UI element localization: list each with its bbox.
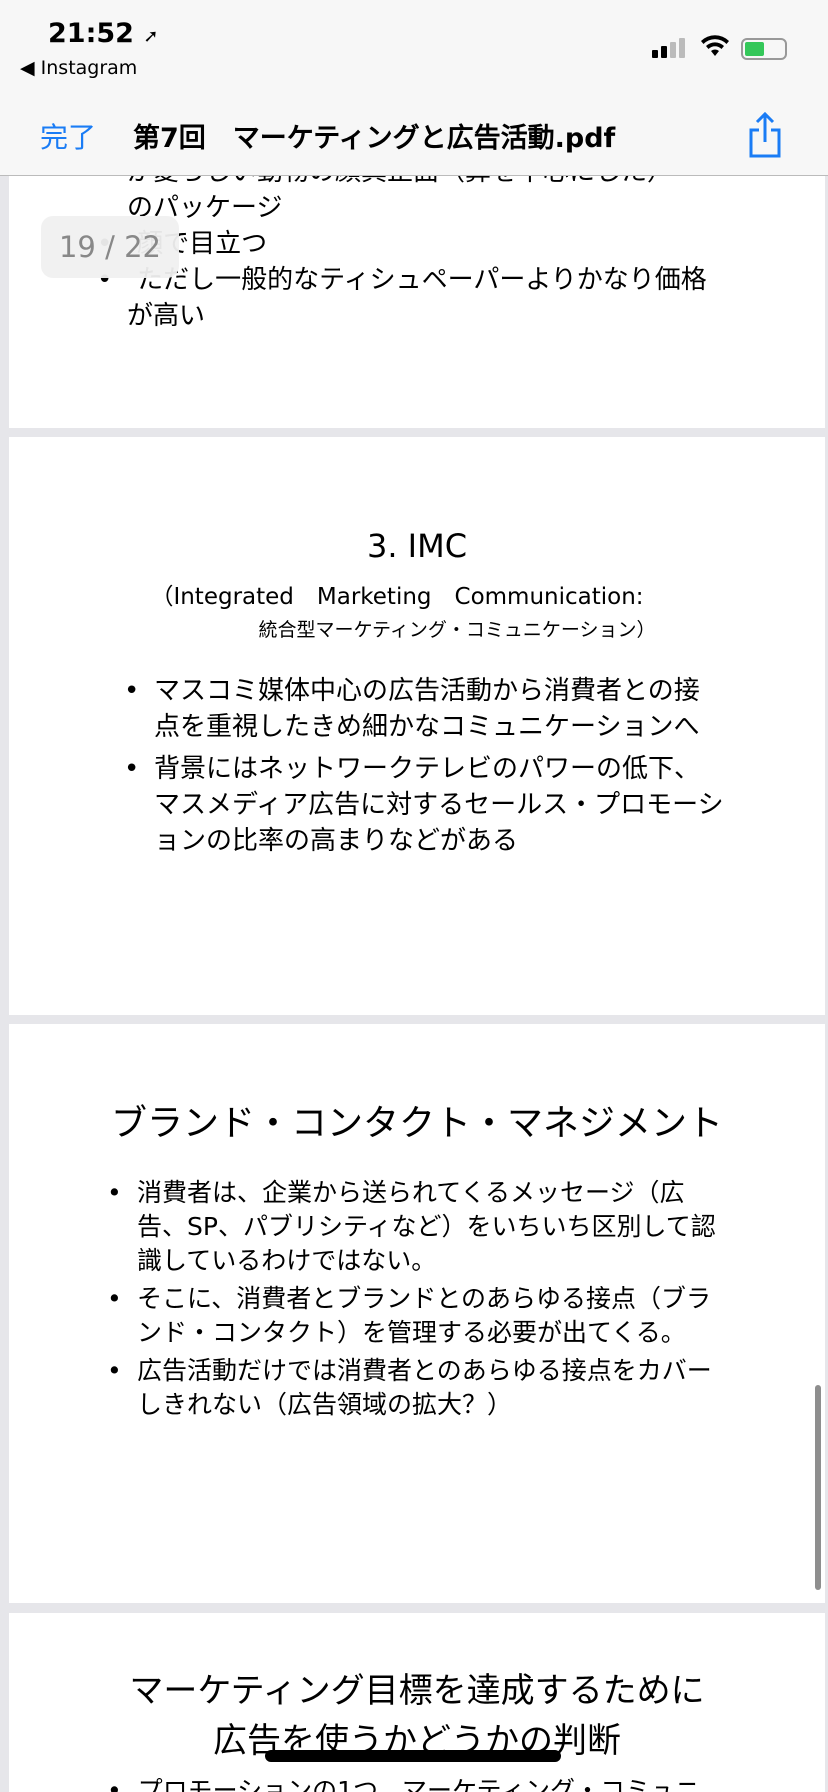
- bullet: • プロモーションの1つ、マーケティング・コミュニ: [107, 1771, 700, 1792]
- bullet: そこに、消費者とブランドとのあらゆる接点（ブランド・コンタクト）を管理する必要が…: [107, 1282, 727, 1350]
- bullet-list: 消費者は、企業から送られてくるメッセージ（広告、SP、パブリシティなど）をいちい…: [107, 1176, 727, 1422]
- page-text: が愛らしい動物の顔真正面（鼻を中心にした） のパッケージ • 顔で目立つ • た…: [97, 176, 707, 334]
- battery-icon: [741, 38, 787, 60]
- bullet-text: プロモーションの1つ、マーケティング・コミュニ: [137, 1776, 701, 1792]
- pdf-page-21: マーケティング目標を達成するために 広告を使うかどうかの判断 • プロモーション…: [9, 1613, 825, 1792]
- status-bar: 21:52 ➚ ◀ Instagram: [0, 0, 828, 100]
- location-arrow-icon: ➚: [143, 26, 159, 47]
- bullet-list: マスコミ媒体中心の広告活動から消費者との接点を重視したきめ細かなコミュニケーショ…: [124, 673, 724, 859]
- text-line: が愛らしい動物の顔真正面（鼻を中心にした）: [127, 176, 707, 190]
- pdf-page-19: 3. IMC （Integrated Marketing Communicati…: [9, 437, 825, 1015]
- back-app-label: Instagram: [40, 57, 138, 79]
- page-counter: 19 / 22: [41, 216, 179, 278]
- bullet: 広告活動だけでは消費者とのあらゆる接点をカバーしきれない（広告領域の拡大？）: [107, 1354, 727, 1422]
- pdf-page-20: ブランド・コンタクト・マネジメント 消費者は、企業から送られてくるメッセージ（広…: [9, 1024, 825, 1603]
- back-to-app-link[interactable]: ◀ Instagram: [20, 57, 137, 79]
- home-indicator[interactable]: [265, 1750, 561, 1762]
- text-line: ただし一般的なティシュペーパーよりかなり価格: [137, 265, 707, 295]
- text-line: のパッケージ: [127, 193, 283, 223]
- slide-subtitle: （Integrated Marketing Communication:: [150, 584, 644, 610]
- time-text: 21:52: [48, 18, 134, 49]
- slide-title: マーケティング目標を達成するために: [129, 1671, 705, 1711]
- scrollbar[interactable]: [815, 1385, 821, 1590]
- pdf-page-18: が愛らしい動物の顔真正面（鼻を中心にした） のパッケージ • 顔で目立つ • た…: [9, 176, 825, 428]
- wifi-icon: [700, 34, 730, 64]
- slide-title: ブランド・コンタクト・マネジメント: [110, 1103, 723, 1144]
- done-button[interactable]: 完了: [40, 116, 96, 156]
- signal-icon: [652, 38, 685, 58]
- document-title: 第7回 マーケティングと広告活動.pdf: [133, 123, 616, 154]
- slide-subtitle-2: 統合型マーケティング・コミュニケーション）: [258, 619, 656, 641]
- text-line: • 顔で目立つ: [97, 226, 707, 262]
- nav-bar: 完了 第7回 マーケティングと広告活動.pdf: [0, 100, 828, 176]
- clock: 21:52 ➚: [48, 18, 158, 49]
- share-icon[interactable]: [745, 110, 785, 160]
- text-line: が高い: [127, 301, 206, 331]
- bullet: 背景にはネットワークテレビのパワーの低下、マスメディア広告に対するセールス・プロ…: [124, 751, 724, 859]
- slide-title: 3. IMC: [366, 527, 468, 565]
- text-line: • ただし一般的なティシュペーパーよりかなり価格: [97, 265, 707, 295]
- bullet: 消費者は、企業から送られてくるメッセージ（広告、SP、パブリシティなど）をいちい…: [107, 1176, 727, 1278]
- bullet: マスコミ媒体中心の広告活動から消費者との接点を重視したきめ細かなコミュニケーショ…: [124, 673, 724, 745]
